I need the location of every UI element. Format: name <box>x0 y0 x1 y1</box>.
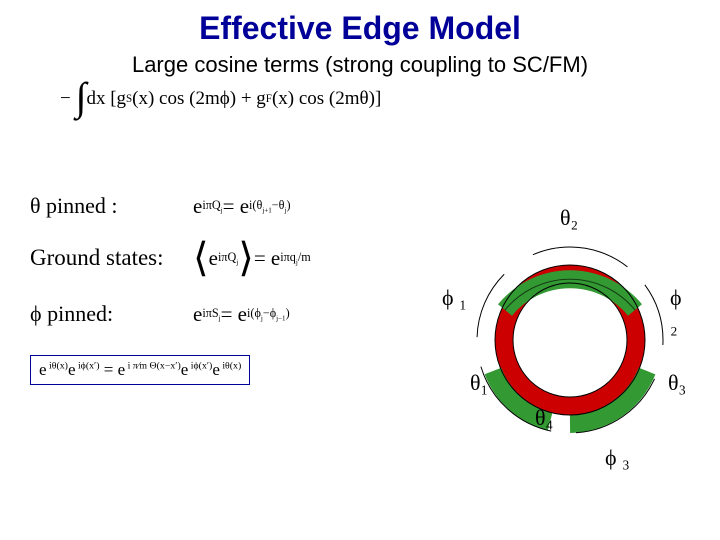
label-phi3: ϕ ₃ <box>605 445 630 471</box>
page-title: Effective Edge Model <box>30 10 690 47</box>
label-phi2: ϕ ₂ <box>670 285 690 337</box>
eq-theta: e iπQj = e i(θj+1−θj) <box>193 194 291 219</box>
subtitle: Large cosine terms (strong coupling to S… <box>30 52 690 78</box>
ring-diagram: θ₂ ϕ ₁ ϕ ₂ θ₁ θ₃ θ₄ ϕ ₃ <box>450 210 690 490</box>
label-phi1: ϕ ₁ <box>442 285 467 311</box>
boxed-row: e iθ(x)e iϕ(x′) = e i π⁄m Θ(x−x′)e iϕ(x′… <box>30 355 460 385</box>
label-phi-pinned: ϕ pinned: <box>30 301 193 327</box>
label-theta-pinned: θ pinned : <box>30 193 193 219</box>
label-theta3: θ₃ <box>668 370 686 396</box>
ring-svg <box>450 210 690 450</box>
ground-row: Ground states: ⟨e iπQj⟩ = e iπqj/m <box>30 245 460 271</box>
label-theta1: θ₁ <box>470 370 488 396</box>
eq-boxed: e iθ(x)e iϕ(x′) = e i π⁄m Θ(x−x′)e iϕ(x′… <box>30 355 250 385</box>
eq-ground: ⟨e iπQj⟩ = e iπqj/m <box>193 246 311 271</box>
label-theta4: θ₄ <box>535 405 553 431</box>
phi-row: ϕ pinned: e iπSj = e i(ϕj−ϕj−1) <box>30 301 460 327</box>
label-theta2: θ₂ <box>560 205 578 231</box>
eq-phi: e iπSj = e i(ϕj−ϕj−1) <box>193 302 290 327</box>
theta-row: θ pinned : e iπQj = e i(θj+1−θj) <box>30 193 460 219</box>
hamiltonian-row: − ∫ dx [gS (x) cos (2mϕ) + gF (x) cos (2… <box>30 88 690 110</box>
label-ground: Ground states: <box>30 245 193 271</box>
eq-hamiltonian: − ∫ dx [gS (x) cos (2mϕ) + gF (x) cos (2… <box>60 88 381 110</box>
